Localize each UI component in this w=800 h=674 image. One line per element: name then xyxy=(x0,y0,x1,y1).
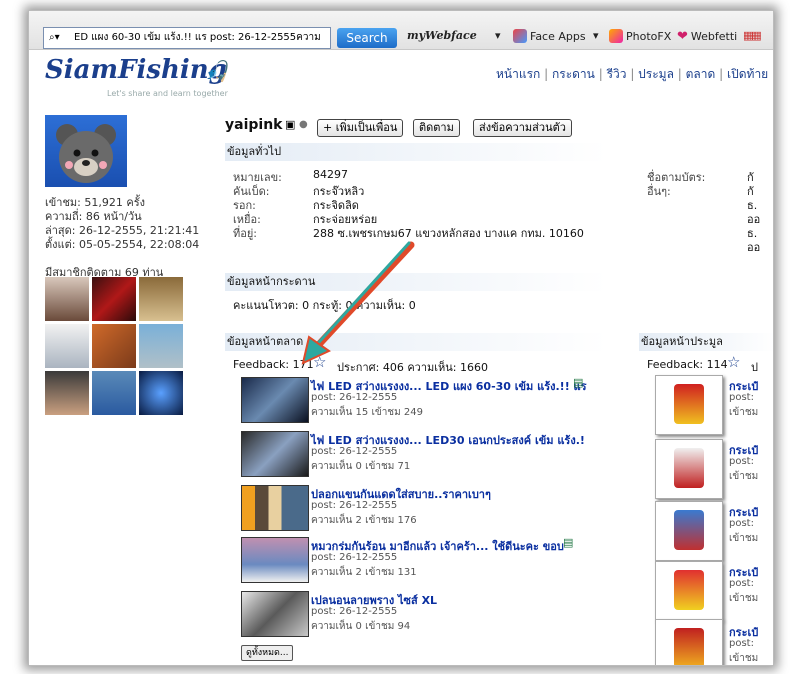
browser-frame: ⌕▾ ED แผง 60-30 เข้ม แร้ง.!! แร post: 26… xyxy=(28,10,774,666)
annotation-arrow-icon xyxy=(301,241,415,365)
